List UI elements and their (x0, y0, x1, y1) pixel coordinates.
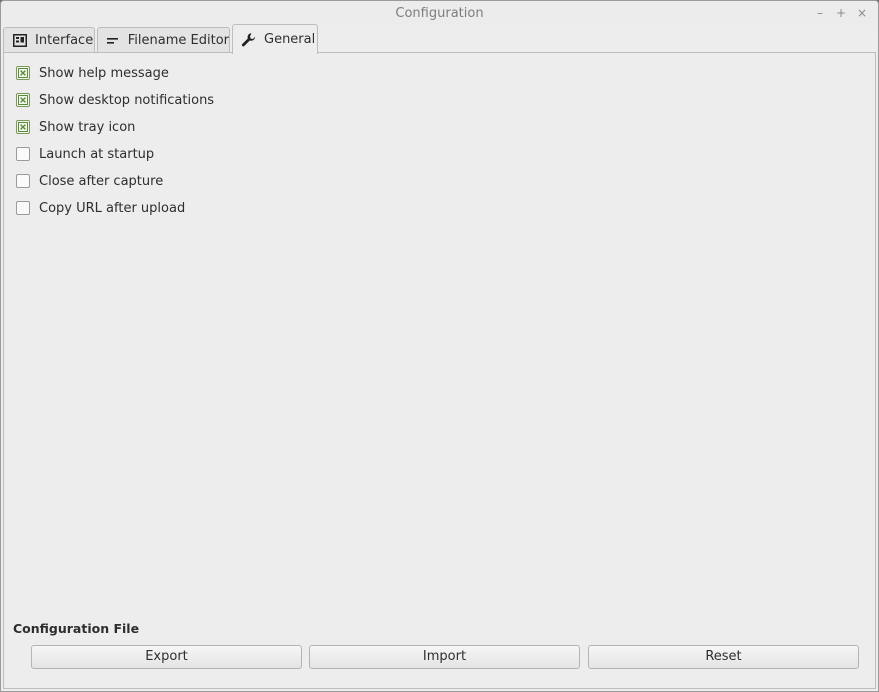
checkbox-label: Close after capture (39, 173, 164, 189)
checkbox-box[interactable] (16, 201, 30, 215)
checkbox-label: Launch at startup (39, 146, 155, 162)
tab-interface-label: Interface (35, 33, 94, 48)
reset-button[interactable]: Reset (588, 645, 859, 669)
checkbox-label: Show tray icon (39, 119, 136, 135)
import-button[interactable]: Import (309, 645, 580, 669)
text-lines-icon (106, 33, 121, 49)
title-bar[interactable]: Configuration – + × (1, 1, 878, 26)
export-button[interactable]: Export (31, 645, 302, 669)
tab-filename-editor-label: Filename Editor (127, 33, 229, 48)
check-mark-icon (18, 95, 28, 105)
checkbox-box[interactable] (16, 120, 30, 134)
tab-bar: Interface Filename Editor General (3, 24, 603, 54)
show-help-message-checkbox[interactable]: Show help message (16, 64, 169, 82)
configuration-window: Configuration – + × Interface Filename E… (0, 0, 879, 692)
checkbox-box[interactable] (16, 147, 30, 161)
wrench-icon (241, 32, 257, 48)
check-mark-icon (18, 68, 28, 78)
tab-general-label: General (264, 32, 316, 47)
show-tray-icon-checkbox[interactable]: Show tray icon (16, 118, 135, 136)
tab-general[interactable]: General (232, 24, 318, 54)
close-after-capture-checkbox[interactable]: Close after capture (16, 172, 163, 190)
checkbox-box[interactable] (16, 93, 30, 107)
show-desktop-notifications-checkbox[interactable]: Show desktop notifications (16, 91, 214, 109)
interface-icon (12, 33, 28, 49)
checkbox-label: Copy URL after upload (39, 200, 186, 216)
checkbox-box[interactable] (16, 66, 30, 80)
window-title: Configuration (395, 6, 484, 21)
copy-url-after-upload-checkbox[interactable]: Copy URL after upload (16, 199, 185, 217)
tab-filename-editor[interactable]: Filename Editor (97, 27, 230, 53)
check-mark-icon (18, 122, 28, 132)
configuration-file-heading: Configuration File (13, 621, 140, 636)
checkbox-label: Show desktop notifications (39, 92, 215, 108)
maximize-button[interactable]: + (834, 5, 848, 21)
general-panel: Show help message Show desktop notificat… (3, 52, 876, 689)
checkbox-box[interactable] (16, 174, 30, 188)
minimize-button[interactable]: – (813, 5, 827, 21)
checkbox-label: Show help message (39, 65, 169, 81)
launch-at-startup-checkbox[interactable]: Launch at startup (16, 145, 154, 163)
tab-interface[interactable]: Interface (3, 27, 95, 53)
close-button[interactable]: × (855, 5, 869, 21)
